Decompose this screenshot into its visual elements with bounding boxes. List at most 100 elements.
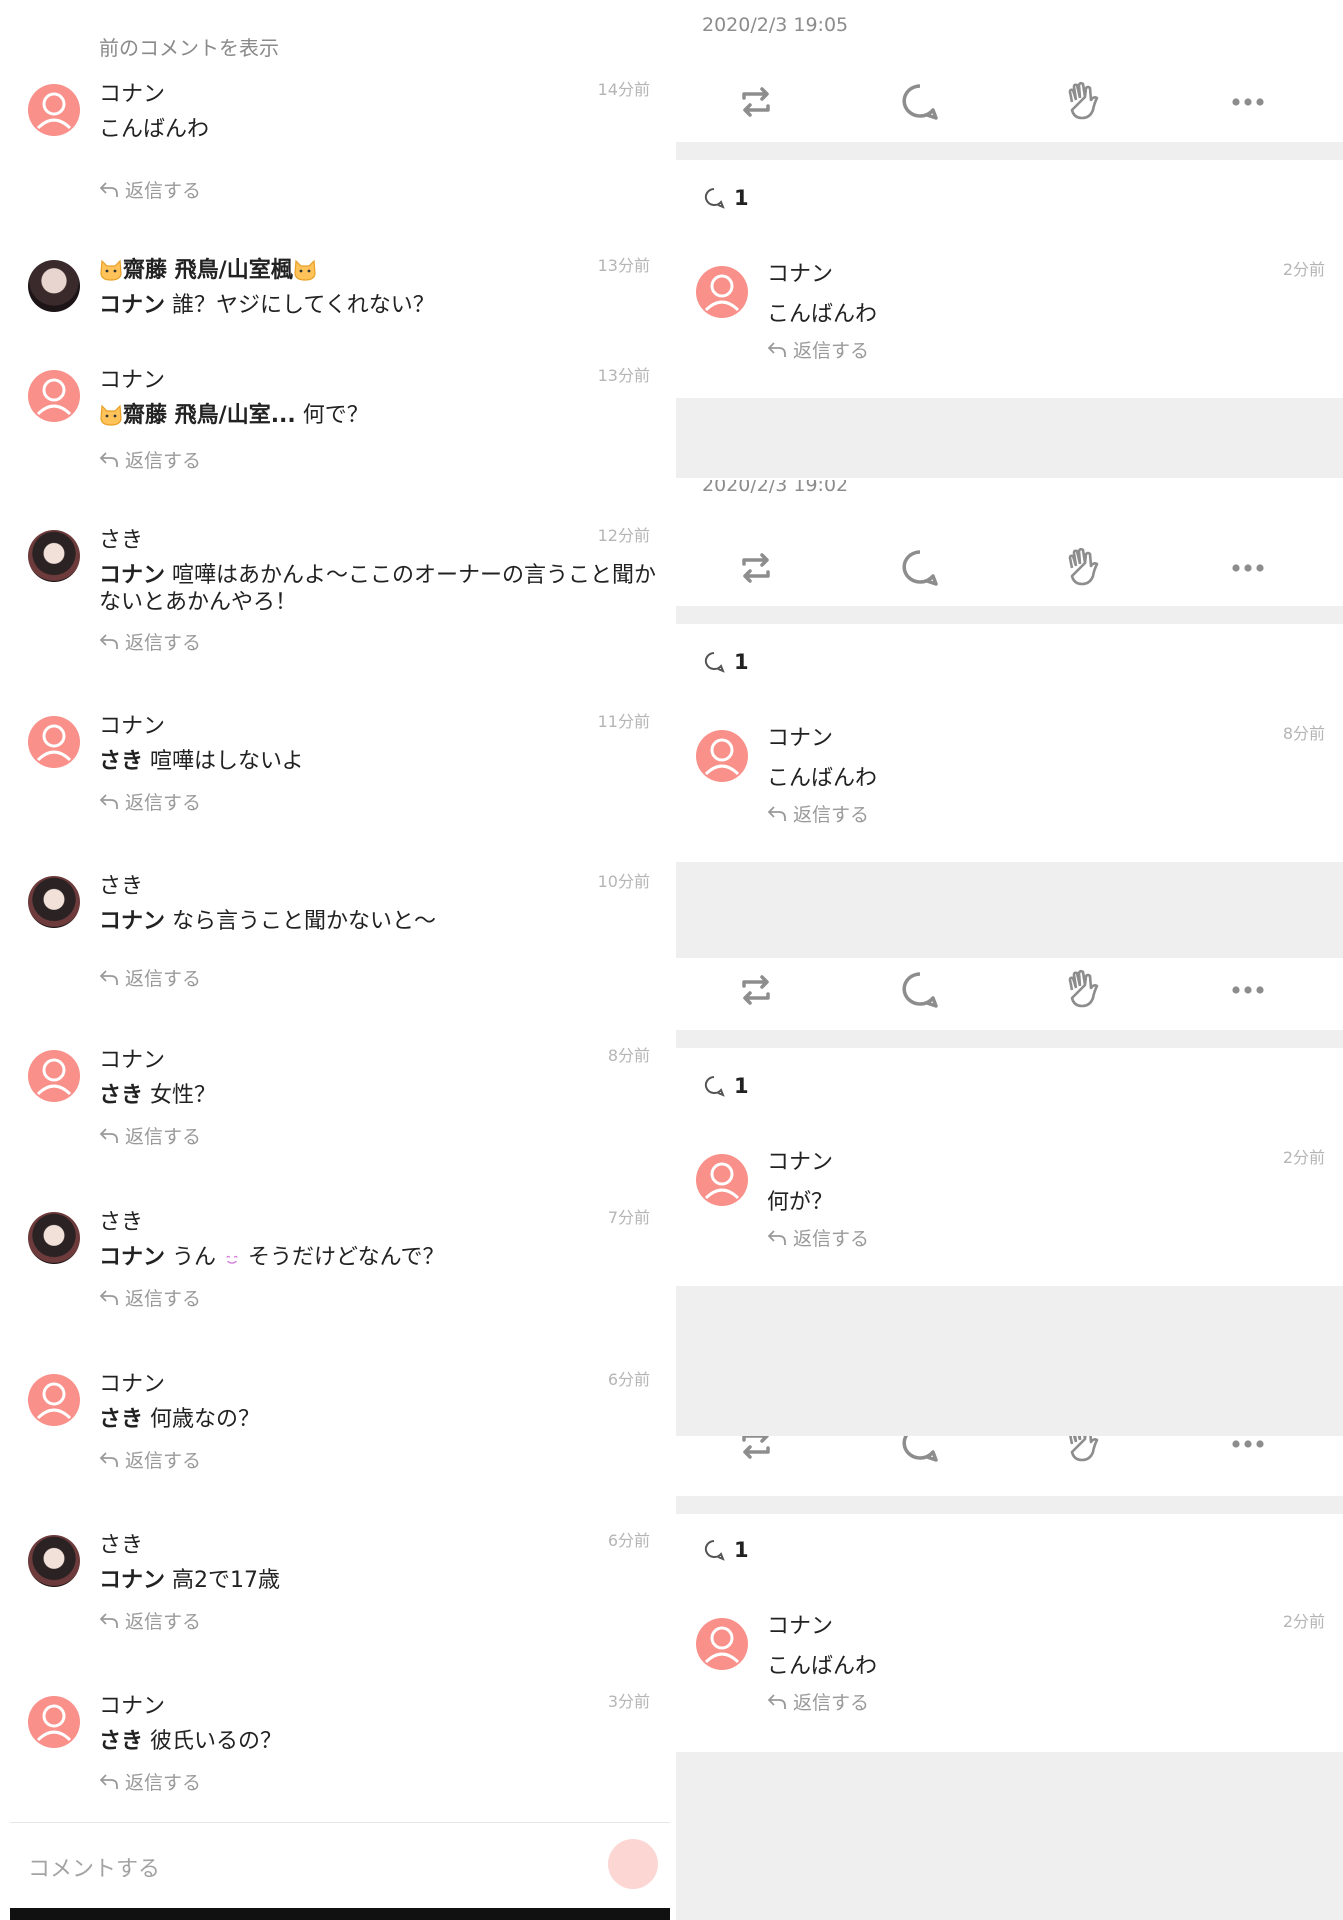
avatar[interactable] xyxy=(28,1374,80,1426)
reply-button[interactable]: 返信する xyxy=(99,1284,201,1311)
avatar[interactable] xyxy=(28,1050,80,1102)
comment-icon xyxy=(902,550,938,586)
comment-author[interactable]: さき xyxy=(99,1204,143,1236)
post-actions xyxy=(676,544,1343,604)
comment-text: コナン なら言うこと聞かないと〜 xyxy=(99,908,659,935)
avatar[interactable] xyxy=(28,1212,80,1264)
comment-author[interactable]: コナン xyxy=(99,1688,165,1720)
reply-arrow-icon xyxy=(767,1229,786,1245)
divider xyxy=(676,398,1343,478)
nav-bar xyxy=(10,1908,670,1920)
send-button[interactable] xyxy=(608,1839,658,1889)
reply-button[interactable]: 返信する xyxy=(767,800,869,827)
clap-button[interactable] xyxy=(1060,78,1108,126)
comment-count[interactable]: 1 xyxy=(702,650,749,674)
comment-text: こんばんわ xyxy=(767,302,878,327)
post-actions xyxy=(676,78,1343,138)
show-previous-comments-link[interactable]: 前のコメントを表示 xyxy=(99,32,279,61)
comment-button[interactable] xyxy=(896,544,944,592)
comment-icon xyxy=(704,1540,725,1561)
post-actions xyxy=(676,966,1343,1026)
reply-button[interactable]: 返信する xyxy=(99,1768,201,1795)
comment-time: 14分前 xyxy=(597,80,650,99)
mention[interactable]: さき xyxy=(99,1407,143,1432)
comment-input[interactable]: コメントする xyxy=(28,1851,160,1883)
repost-button[interactable] xyxy=(732,966,780,1014)
comment-author[interactable]: コナン xyxy=(99,1366,165,1398)
mention[interactable]: コナン xyxy=(99,563,165,588)
avatar[interactable] xyxy=(28,84,80,136)
reply-button[interactable]: 返信する xyxy=(99,628,201,655)
comment-button[interactable] xyxy=(896,78,944,126)
repost-icon xyxy=(742,553,770,583)
avatar[interactable] xyxy=(28,1696,80,1748)
avatar[interactable] xyxy=(28,876,80,928)
comment-button[interactable] xyxy=(896,1436,944,1468)
reply-button[interactable]: 返信する xyxy=(99,1122,201,1149)
avatar[interactable] xyxy=(696,266,748,318)
mention[interactable]: 齋藤 飛鳥/山室... xyxy=(123,403,296,428)
reply-button[interactable]: 返信する xyxy=(99,788,201,815)
avatar[interactable] xyxy=(696,730,748,782)
more-button[interactable] xyxy=(1224,78,1272,126)
avatar[interactable] xyxy=(696,1618,748,1670)
reply-arrow-icon xyxy=(99,451,118,467)
mention[interactable]: コナン xyxy=(99,293,165,318)
avatar[interactable] xyxy=(28,530,80,582)
clap-button[interactable] xyxy=(1060,966,1108,1014)
repost-button[interactable] xyxy=(732,544,780,592)
mention[interactable]: さき xyxy=(99,1729,143,1754)
comment-text: こんばんわ xyxy=(99,116,659,143)
avatar[interactable] xyxy=(28,1535,80,1587)
reply-label: 返信する xyxy=(125,1126,202,1148)
reply-button[interactable]: 返信する xyxy=(767,336,869,363)
reply-button[interactable]: 返信する xyxy=(99,1446,201,1473)
avatar[interactable] xyxy=(28,260,80,312)
comment-author[interactable]: コナン xyxy=(767,1608,833,1640)
mention[interactable]: コナン xyxy=(99,1245,165,1270)
repost-button[interactable] xyxy=(732,1436,780,1468)
mention[interactable]: コナン xyxy=(99,1568,165,1593)
repost-button[interactable] xyxy=(732,78,780,126)
reply-button[interactable]: 返信する xyxy=(99,446,201,473)
comment-time: 3分前 xyxy=(607,1692,650,1711)
comment-author[interactable]: コナン xyxy=(767,1144,833,1176)
comment-author[interactable]: コナン xyxy=(99,1042,165,1074)
comment-author[interactable]: さき xyxy=(99,1527,143,1559)
comment-button[interactable] xyxy=(896,966,944,1014)
clap-button[interactable] xyxy=(1060,1436,1108,1468)
reply-button[interactable]: 返信する xyxy=(99,964,201,991)
comment-author[interactable]: さき xyxy=(99,522,143,554)
mention[interactable]: さき xyxy=(99,749,143,774)
more-button[interactable] xyxy=(1224,1436,1272,1468)
comment-author[interactable]: コナン xyxy=(767,720,833,752)
more-button[interactable] xyxy=(1224,544,1272,592)
comment-author[interactable]: さき xyxy=(99,868,143,900)
avatar[interactable] xyxy=(696,1154,748,1206)
reply-label: 返信する xyxy=(125,1288,202,1310)
comment-author[interactable]: コナン xyxy=(767,256,833,288)
comment-text: さき 喧嘩はしないよ xyxy=(99,748,659,775)
comment-author[interactable]: 齋藤 飛鳥/山室楓 xyxy=(99,252,317,284)
reply-button[interactable]: 返信する xyxy=(99,1607,201,1634)
comment-author[interactable]: コナン xyxy=(99,76,165,108)
comment-count[interactable]: 1 xyxy=(702,186,749,210)
reply-button[interactable]: 返信する xyxy=(767,1688,869,1715)
more-button[interactable] xyxy=(1224,966,1272,1014)
comment-author[interactable]: コナン xyxy=(99,362,165,394)
comment-item: さき 6分前 コナン 高2で17歳 返信する xyxy=(0,1523,670,1653)
comment-text: さき 彼氏いるの？ xyxy=(99,1728,659,1755)
reply-button[interactable]: 返信する xyxy=(99,176,201,203)
comment-count[interactable]: 1 xyxy=(702,1074,749,1098)
clap-button[interactable] xyxy=(1060,544,1108,592)
mention[interactable]: コナン xyxy=(99,909,165,934)
mention[interactable]: さき xyxy=(99,1083,143,1108)
comment-text: コナン 高2で17歳 xyxy=(99,1567,659,1594)
avatar[interactable] xyxy=(28,716,80,768)
divider xyxy=(676,1752,1343,1920)
comment-author[interactable]: コナン xyxy=(99,708,165,740)
comment-thread-panel: 前のコメントを表示 コナン 14分前 こんばんわ 返信する 齋藤 飛鳥/山室楓 … xyxy=(0,0,670,1920)
avatar[interactable] xyxy=(28,370,80,422)
comment-count[interactable]: 1 xyxy=(702,1538,749,1562)
reply-button[interactable]: 返信する xyxy=(767,1224,869,1251)
